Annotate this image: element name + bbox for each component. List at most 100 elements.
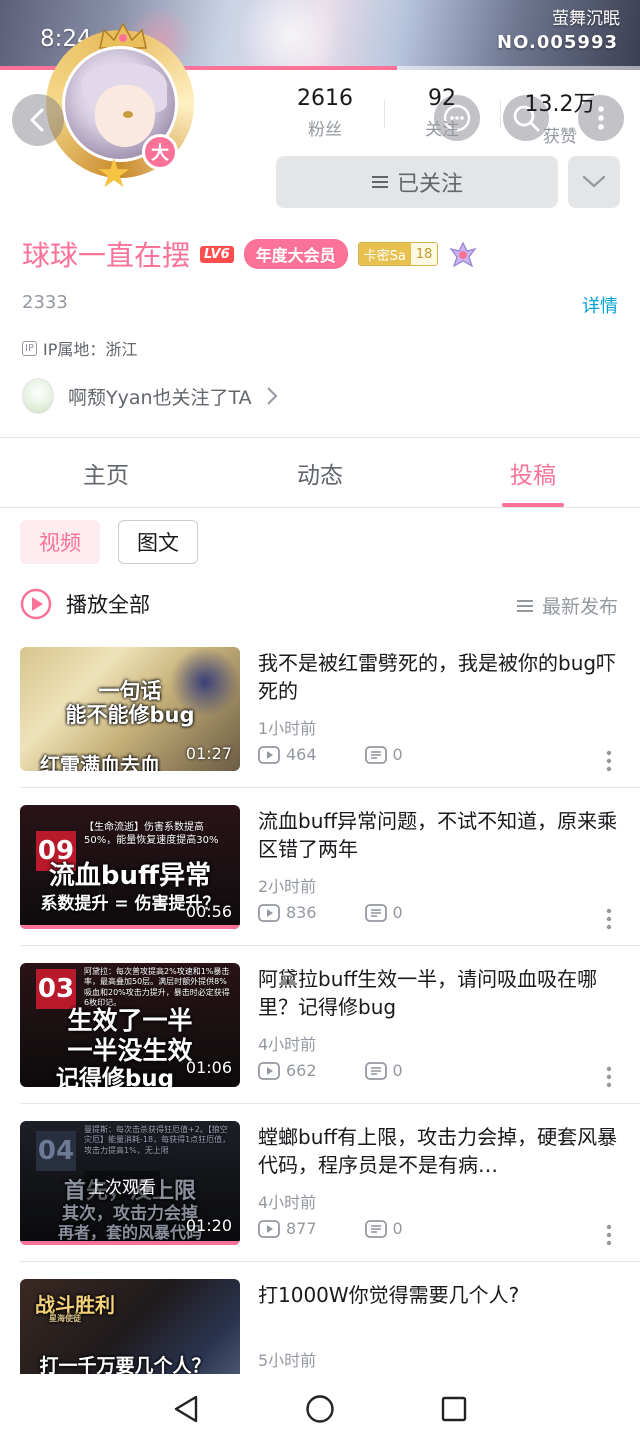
back-button[interactable]: [12, 94, 64, 146]
stat-following[interactable]: 92 关注: [387, 86, 497, 140]
vip-badge: 大: [142, 134, 178, 170]
video-title: 打1000W你觉得需要几个人?: [258, 1283, 520, 1307]
followed-button[interactable]: 已关注: [276, 156, 558, 208]
video-title: 我不是被红雷劈死的，我是被你的bug吓死的: [258, 651, 617, 703]
subtab-video[interactable]: 视频: [20, 520, 100, 564]
play-count-icon: [258, 745, 280, 764]
video-views-count: 836: [286, 903, 317, 922]
nav-recents-icon[interactable]: [440, 1395, 468, 1423]
video-views-count: 662: [286, 1061, 317, 1080]
level-badge[interactable]: LV6: [200, 245, 234, 263]
thumbnail-small-text: 【生命流逝】伤害系数提高50%，能量恢复速度提高30%: [84, 822, 219, 846]
play-circle-icon: [20, 588, 52, 620]
video-views-count: 464: [286, 745, 317, 764]
ip-location-row: IP IP属地：浙江: [22, 336, 137, 360]
section-divider: [0, 437, 640, 438]
video-thumbnail: 03 阿黛拉：每次普攻提高2%攻速和1%暴击率，最高叠加50层。满层时额外提供8…: [20, 963, 240, 1087]
video-publish-time: 5小时前: [258, 1351, 317, 1370]
thumbnail-caption: 流血buff异常: [48, 861, 212, 891]
play-all-button[interactable]: 播放全部: [20, 588, 150, 620]
video-views: 662: [258, 1061, 317, 1080]
username: 球球一直在摆: [22, 239, 191, 272]
stat-label: 粉丝: [308, 120, 342, 140]
chevron-down-icon: [582, 175, 606, 188]
user-sign: 2333: [22, 292, 68, 313]
stat-divider: [500, 100, 501, 128]
avatar[interactable]: ★ 大: [40, 22, 205, 194]
video-thumbnail: 09 【生命流逝】伤害系数提高50%，能量恢复速度提高30% 流血buff异常 …: [20, 805, 240, 929]
mutual-follower-avatar: [22, 378, 54, 414]
more-vertical-icon[interactable]: [604, 749, 614, 773]
video-comments-count: 0: [392, 745, 403, 764]
video-publish-time: 2小时前: [258, 877, 317, 896]
list-divider: [20, 787, 640, 788]
comment-count-icon: [364, 1061, 387, 1080]
mutual-follow-row[interactable]: 啊颓Yyan也关注了TA: [22, 378, 278, 414]
stat-label: 获赞: [543, 127, 577, 147]
video-comments: 0: [364, 1061, 403, 1080]
more-vertical-icon[interactable]: [604, 907, 614, 931]
video-thumbnail: 战斗胜利 星海使徒 打一千万要几个人？: [20, 1279, 240, 1374]
video-publish-time: 4小时前: [258, 1035, 317, 1054]
video-stats: 877 0: [258, 1219, 451, 1238]
video-stats: 836 0: [258, 903, 451, 922]
garb-icon[interactable]: [448, 239, 478, 269]
video-item[interactable]: 04 曼提斯：每次击杀获得狂厄值+2。【狼空灾厄】能量消耗-18，每获得1点狂厄…: [20, 1121, 620, 1247]
play-all-label: 播放全部: [66, 593, 150, 617]
tabs-divider: [0, 507, 640, 508]
sort-label: 最新发布: [541, 596, 618, 618]
thumbnail-caption: 打一千万要几个人？: [39, 1355, 211, 1374]
star-icon: ★: [96, 151, 132, 197]
sort-button[interactable]: 最新发布: [516, 592, 618, 619]
stat-likes[interactable]: 13.2万 获赞: [505, 86, 615, 147]
video-duration: 01:27: [185, 744, 232, 763]
video-comments-count: 0: [392, 1061, 403, 1080]
video-title: 阿黛拉buff生效一半，请问吸血吸在哪里？记得修bug: [258, 967, 598, 1019]
tab-posts[interactable]: 投稿: [473, 456, 593, 490]
nav-back-icon[interactable]: [172, 1394, 200, 1424]
video-comments: 0: [364, 1219, 403, 1238]
stat-fans[interactable]: 2616 粉丝: [270, 86, 380, 140]
watch-progress-bar: [20, 925, 240, 929]
video-title: 流血buff异常问题，不试不知道，原来乘区错了两年: [258, 809, 618, 861]
play-count-icon: [258, 1219, 280, 1238]
more-vertical-icon[interactable]: [604, 1065, 614, 1089]
thumbnail-number: 04: [36, 1131, 76, 1171]
system-navigation-bar: [0, 1374, 640, 1444]
fan-medal-name: 卡密Sa: [358, 243, 411, 265]
video-views: 836: [258, 903, 317, 922]
thumbnail-caption: 能不能修bug: [65, 703, 195, 727]
vip-tag[interactable]: 年度大会员: [243, 239, 348, 269]
recommend-dropdown-button[interactable]: [568, 156, 620, 208]
video-views: 464: [258, 745, 317, 764]
video-item[interactable]: 战斗胜利 星海使徒 打一千万要几个人？ 打1000W你觉得需要几个人? 5小时前: [20, 1279, 620, 1374]
list-divider: [20, 945, 640, 946]
video-publish-time: 1小时前: [258, 719, 317, 738]
video-views: 877: [258, 1219, 317, 1238]
stat-label: 关注: [425, 120, 459, 140]
tab-home[interactable]: 主页: [46, 456, 166, 490]
video-duration: 01:20: [185, 1216, 232, 1235]
watch-progress-bar: [20, 1241, 240, 1245]
banner-decoration: [230, 0, 350, 70]
last-watched-label: 上次观看: [84, 1171, 160, 1200]
video-item[interactable]: 03 阿黛拉：每次普攻提高2%攻速和1%暴击率，最高叠加50层。满层时额外提供8…: [20, 963, 620, 1089]
more-vertical-icon[interactable]: [604, 1223, 614, 1247]
comment-count-icon: [364, 903, 387, 922]
nav-home-icon[interactable]: [305, 1394, 335, 1424]
play-count-icon: [258, 903, 280, 922]
video-comments: 0: [364, 903, 403, 922]
subtab-article[interactable]: 图文: [118, 520, 198, 564]
list-divider: [20, 1103, 640, 1104]
chevron-right-icon: [266, 387, 278, 405]
detail-link[interactable]: 详情: [582, 292, 618, 318]
fan-medal[interactable]: 卡密Sa 18: [357, 242, 439, 266]
video-item[interactable]: 09 【生命流逝】伤害系数提高50%，能量恢复速度提高30% 流血buff异常 …: [20, 805, 620, 931]
thumbnail-caption: 星海使徒: [49, 1314, 81, 1323]
video-item[interactable]: 一句话 能不能修bug 红雷满血去血 01:27 我不是被红雷劈死的，我是被你的…: [20, 647, 620, 773]
back-arrow-icon: [30, 108, 44, 132]
video-duration: 00:56: [185, 902, 232, 921]
comment-count-icon: [364, 745, 387, 764]
menu-lines-icon: [371, 176, 388, 188]
tab-dynamic[interactable]: 动态: [260, 456, 380, 490]
